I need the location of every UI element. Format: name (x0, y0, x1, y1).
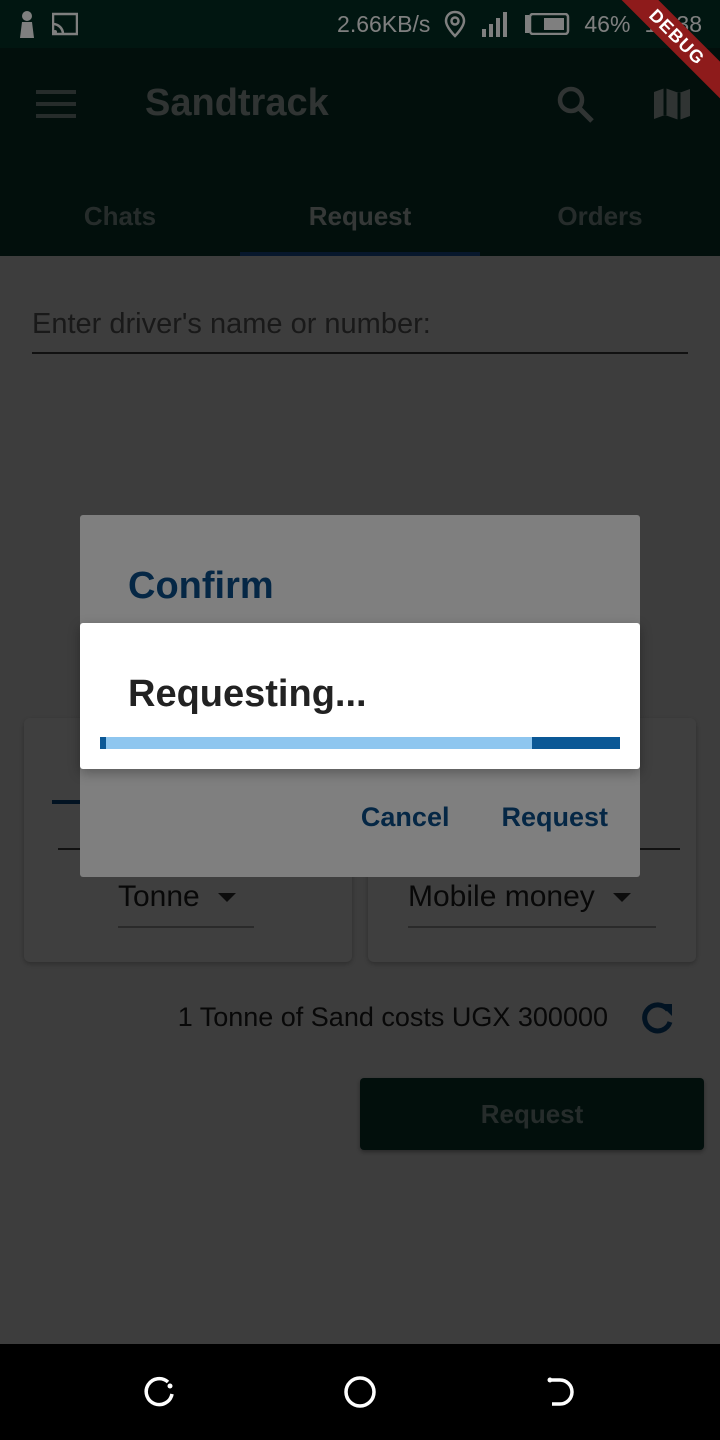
progress-bar (100, 737, 620, 749)
progress-label: Requesting... (128, 673, 367, 715)
progress-dialog: Requesting... (80, 623, 640, 769)
navigation-bar (0, 1344, 720, 1440)
back-icon[interactable] (542, 1374, 578, 1410)
home-icon[interactable] (342, 1374, 378, 1410)
progress-bar-segment (100, 737, 106, 749)
progress-bar-fill (532, 737, 620, 749)
recent-apps-icon[interactable] (142, 1374, 178, 1410)
